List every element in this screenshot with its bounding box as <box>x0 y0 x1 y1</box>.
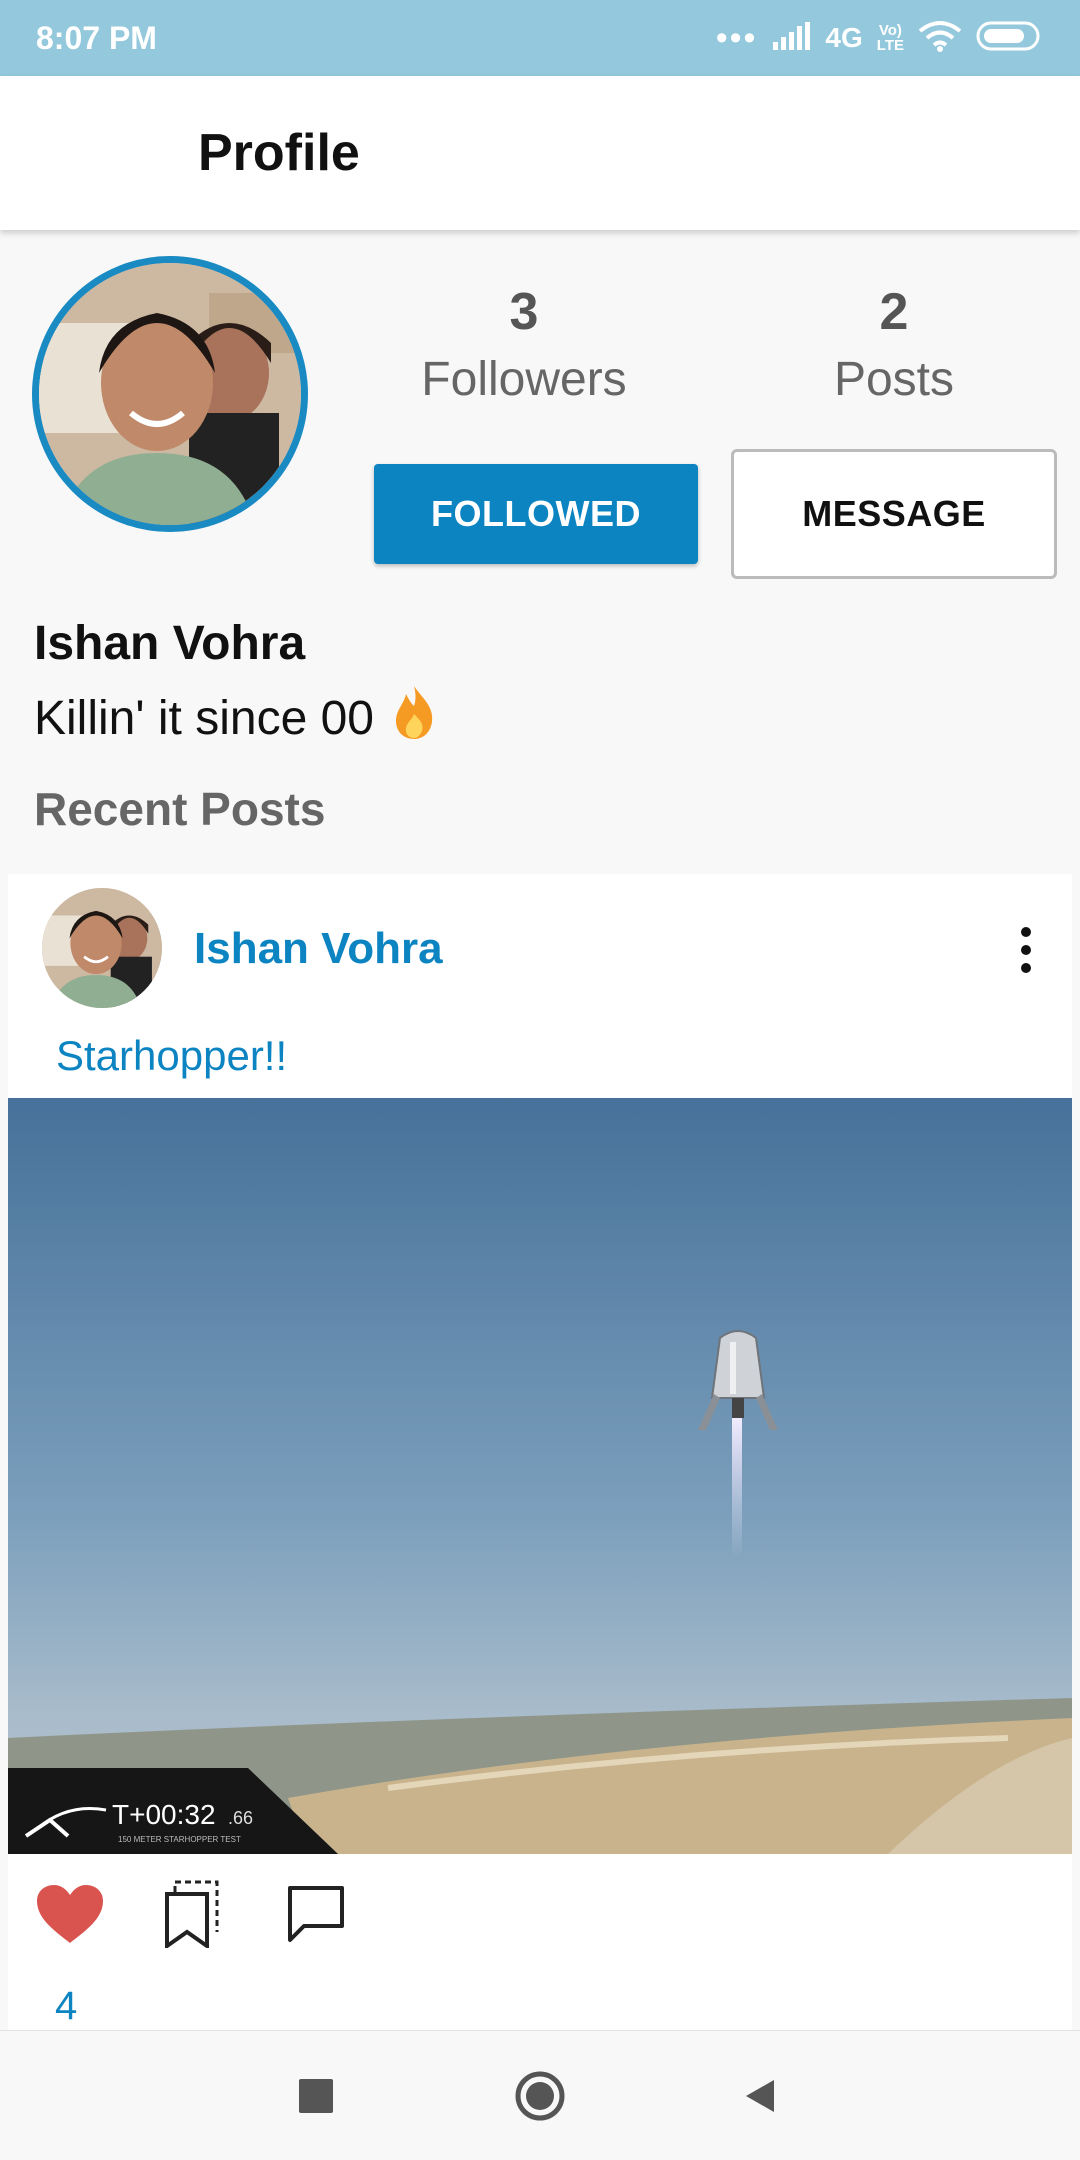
home-icon[interactable] <box>505 2061 575 2131</box>
post-author-avatar[interactable] <box>42 888 162 1008</box>
app-bar: Profile <box>0 76 1080 230</box>
launch-timer-fraction: .66 <box>228 1808 253 1828</box>
status-icons: ••• 4G Vo) LTE <box>716 20 1044 57</box>
back-icon[interactable] <box>725 2061 795 2131</box>
followers-count: 3 <box>509 283 539 341</box>
notification-dots: ••• <box>715 19 758 57</box>
wifi-icon <box>918 20 962 57</box>
posts-count: 2 <box>879 283 909 341</box>
message-button[interactable]: MESSAGE <box>731 449 1057 579</box>
launch-timer: T+00:32 <box>112 1799 216 1830</box>
fire-icon <box>392 684 436 752</box>
followed-button[interactable]: FOLLOWED <box>374 464 698 564</box>
profile-avatar[interactable] <box>32 256 308 532</box>
like-icon[interactable] <box>30 1874 110 1954</box>
post-image[interactable]: T+00:32 .66 150 METER STARHOPPER TEST <box>8 1098 1072 1854</box>
comment-icon[interactable] <box>276 1874 356 1954</box>
posts-label: Posts <box>833 353 955 406</box>
battery-icon <box>976 21 1044 56</box>
status-time: 8:07 PM <box>36 19 157 56</box>
page-title: Profile <box>198 124 360 182</box>
post-actions <box>8 1874 1072 1984</box>
like-count: 4 <box>55 1984 78 2028</box>
followers-label: Followers <box>421 353 627 406</box>
user-name: Ishan Vohra <box>34 617 306 670</box>
status-bar: 8:07 PM ••• 4G Vo) LTE <box>0 0 1080 76</box>
volte-indicator: Vo) LTE <box>876 22 904 54</box>
save-bookmark-icon[interactable] <box>152 1874 232 1954</box>
signal-icon <box>771 21 811 55</box>
posts-stat[interactable]: 2 Posts <box>764 282 1024 407</box>
followers-stat[interactable]: 3 Followers <box>394 282 654 407</box>
user-bio: Killin' it since 00 <box>34 684 436 752</box>
system-nav-bar <box>0 2030 1080 2160</box>
more-options-icon[interactable] <box>1008 914 1044 986</box>
recents-icon[interactable] <box>281 2061 351 2131</box>
launch-subtitle: 150 METER STARHOPPER TEST <box>118 1835 241 1844</box>
bio-text: Killin' it since 00 <box>34 691 374 745</box>
section-title-recent-posts: Recent Posts <box>34 783 326 835</box>
network-type: 4G <box>825 22 863 53</box>
post-card: Ishan Vohra Starhopper!! T+00:32 .66 150… <box>8 874 1072 2034</box>
post-caption: Starhopper!! <box>56 1032 288 1079</box>
post-author-name[interactable]: Ishan Vohra <box>194 924 443 974</box>
